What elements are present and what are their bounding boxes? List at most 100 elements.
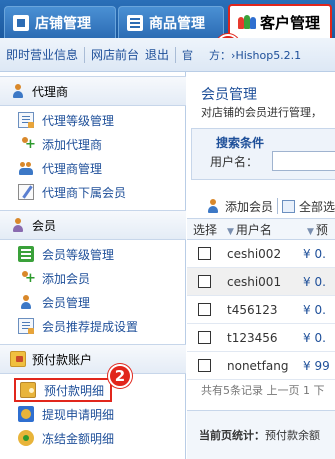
statistics-label: 当前页统计： (199, 429, 265, 442)
column-select: 选择 (193, 222, 218, 237)
edit-icon (18, 184, 34, 200)
row-checkbox[interactable] (198, 303, 211, 316)
table-row[interactable]: nonetfang ¥ 99 (187, 352, 335, 380)
sort-arrow-icon: ▼ (307, 226, 314, 237)
tab-label: 店铺管理 (35, 15, 91, 32)
member-icon (10, 217, 26, 233)
list-icon (18, 112, 34, 128)
folder-icon (10, 351, 26, 367)
add-person-icon (18, 270, 34, 286)
column-label: 用户名 (235, 222, 272, 237)
username-cell: t123456 (227, 330, 278, 345)
username-label: 用户名： (210, 155, 259, 169)
goods-icon (127, 14, 143, 31)
search-panel: 搜索条件 用户名： (191, 128, 335, 180)
sidebar-item-add-member[interactable]: 添加会员 (18, 268, 90, 288)
page-statistics: 当前页统计：预付款余额 (187, 410, 335, 459)
sidebar-item-member-levels[interactable]: 会员等级管理 (18, 244, 114, 264)
site-prefix: 官 (182, 48, 194, 62)
business-info-link[interactable]: 即时营业信息 (0, 46, 84, 63)
sidebar-item-label: 冻结金额明细 (42, 431, 115, 446)
sidebar-item-label: 代理等级管理 (42, 113, 115, 128)
sidebar-item-agent-levels[interactable]: 代理等级管理 (18, 110, 114, 130)
section-title: 会员 (32, 218, 57, 233)
sidebar-item-label: 代理商管理 (42, 161, 103, 176)
list-icon (18, 246, 34, 262)
sidebar-item-prepaid-details[interactable]: 预付款明细 (14, 378, 113, 402)
add-member-icon (205, 198, 221, 214)
sidebar-item-agent-management[interactable]: 代理商管理 (18, 158, 102, 178)
wallet-icon (20, 382, 36, 398)
main-panel: 会员管理 对店铺的会员进行管理， 搜索条件 用户名： 添加会员 全部选 选择 ▼… (187, 72, 335, 459)
table-row[interactable]: ceshi001 ¥ 0. (187, 268, 335, 296)
edit-icon (18, 318, 34, 334)
sub-nav-bar: 即时营业信息 网店前台 退出 官 方：›Hishop5.2.1 (0, 38, 335, 72)
site-version-text: 方：›Hishop5.2.1 (209, 48, 302, 62)
agent-icon (10, 83, 26, 99)
tab-label: 商品管理 (149, 15, 205, 32)
tab-store-management[interactable]: 店铺管理 (4, 6, 116, 38)
select-all-checkbox[interactable] (282, 199, 296, 213)
table-row[interactable]: t123456 ¥ 0. (187, 324, 335, 352)
storefront-link[interactable]: 网店前台 (85, 46, 145, 63)
username-cell: ceshi002 (227, 246, 282, 261)
row-checkbox[interactable] (198, 247, 211, 260)
sidebar-item-member-management[interactable]: 会员管理 (18, 292, 90, 312)
amount-cell: ¥ 99 (303, 358, 330, 373)
top-tab-bar: 店铺管理 商品管理 客户管理 (0, 0, 335, 38)
store-icon (13, 14, 29, 31)
users-icon (18, 160, 34, 176)
divider (277, 198, 279, 214)
tab-goods-management[interactable]: 商品管理 (118, 6, 224, 38)
sidebar-item-label: 添加会员 (42, 271, 91, 286)
amount-cell: ¥ 0. (303, 274, 326, 289)
statistics-value: 预付款余额 (265, 429, 320, 442)
sidebar-item-label: 会员管理 (42, 295, 91, 310)
table-row[interactable]: ceshi002 ¥ 0. (187, 240, 335, 268)
pagination[interactable]: 共有5条记录 上一页 1 下 (201, 382, 325, 398)
sort-arrow-icon: ▼ (227, 226, 234, 237)
row-checkbox[interactable] (198, 331, 211, 344)
sidebar-item-label: 会员推荐提成设置 (42, 319, 139, 334)
amount-cell: ¥ 0. (303, 302, 326, 317)
customers-icon (238, 14, 256, 30)
sidebar-item-frozen-details[interactable]: 冻结金额明细 (18, 428, 114, 448)
sidebar-item-label: 预付款明细 (44, 383, 105, 398)
tab-label: 客户管理 (260, 13, 321, 32)
column-prepaid[interactable]: ▼ 预 (303, 221, 333, 238)
username-cell: ceshi001 (227, 274, 282, 289)
sidebar: 代理商 代理等级管理 添加代理商 代理商管理 代理商下属会员 会员 会员等级管理… (0, 72, 186, 459)
sidebar-section-members[interactable]: 会员 (0, 210, 186, 240)
sidebar-item-label: 会员等级管理 (42, 247, 115, 262)
row-checkbox[interactable] (198, 359, 211, 372)
search-caption: 搜索条件 (216, 136, 265, 150)
select-all-label[interactable]: 全部选 (299, 198, 335, 215)
sidebar-item-withdraw-details[interactable]: 提现申请明细 (18, 404, 114, 424)
sidebar-item-label: 添加代理商 (42, 137, 103, 152)
sidebar-section-prepaid-account[interactable]: 预付款账户 (0, 344, 186, 374)
freeze-icon (18, 430, 34, 446)
column-username[interactable]: ▼ 用户名 (219, 221, 303, 238)
add-member-button[interactable]: 添加会员 (225, 198, 273, 215)
page-title: 会员管理 (201, 87, 257, 103)
sidebar-item-referral-commission[interactable]: 会员推荐提成设置 (18, 316, 138, 336)
row-checkbox[interactable] (198, 275, 211, 288)
withdraw-icon (18, 406, 34, 422)
amount-cell: ¥ 0. (303, 246, 326, 261)
tab-customer-management[interactable]: 客户管理 (228, 4, 332, 38)
sidebar-section-agents[interactable]: 代理商 (0, 76, 186, 106)
page-description: 对店铺的会员进行管理， (201, 106, 322, 119)
section-title: 预付款账户 (32, 352, 93, 367)
username-search-input[interactable] (272, 151, 335, 171)
users-icon (18, 294, 34, 310)
add-person-icon (18, 136, 34, 152)
amount-cell: ¥ 0. (303, 330, 326, 345)
sidebar-item-label: 代理商下属会员 (42, 185, 127, 200)
column-label: 预 (315, 222, 328, 237)
sidebar-item-agent-members[interactable]: 代理商下属会员 (18, 182, 126, 202)
step-marker-2: 2 (108, 364, 132, 388)
logout-link[interactable]: 退出 (145, 46, 175, 63)
username-cell: t456123 (227, 302, 278, 317)
table-row[interactable]: t456123 ¥ 0. (187, 296, 335, 324)
sidebar-item-add-agent[interactable]: 添加代理商 (18, 134, 102, 154)
